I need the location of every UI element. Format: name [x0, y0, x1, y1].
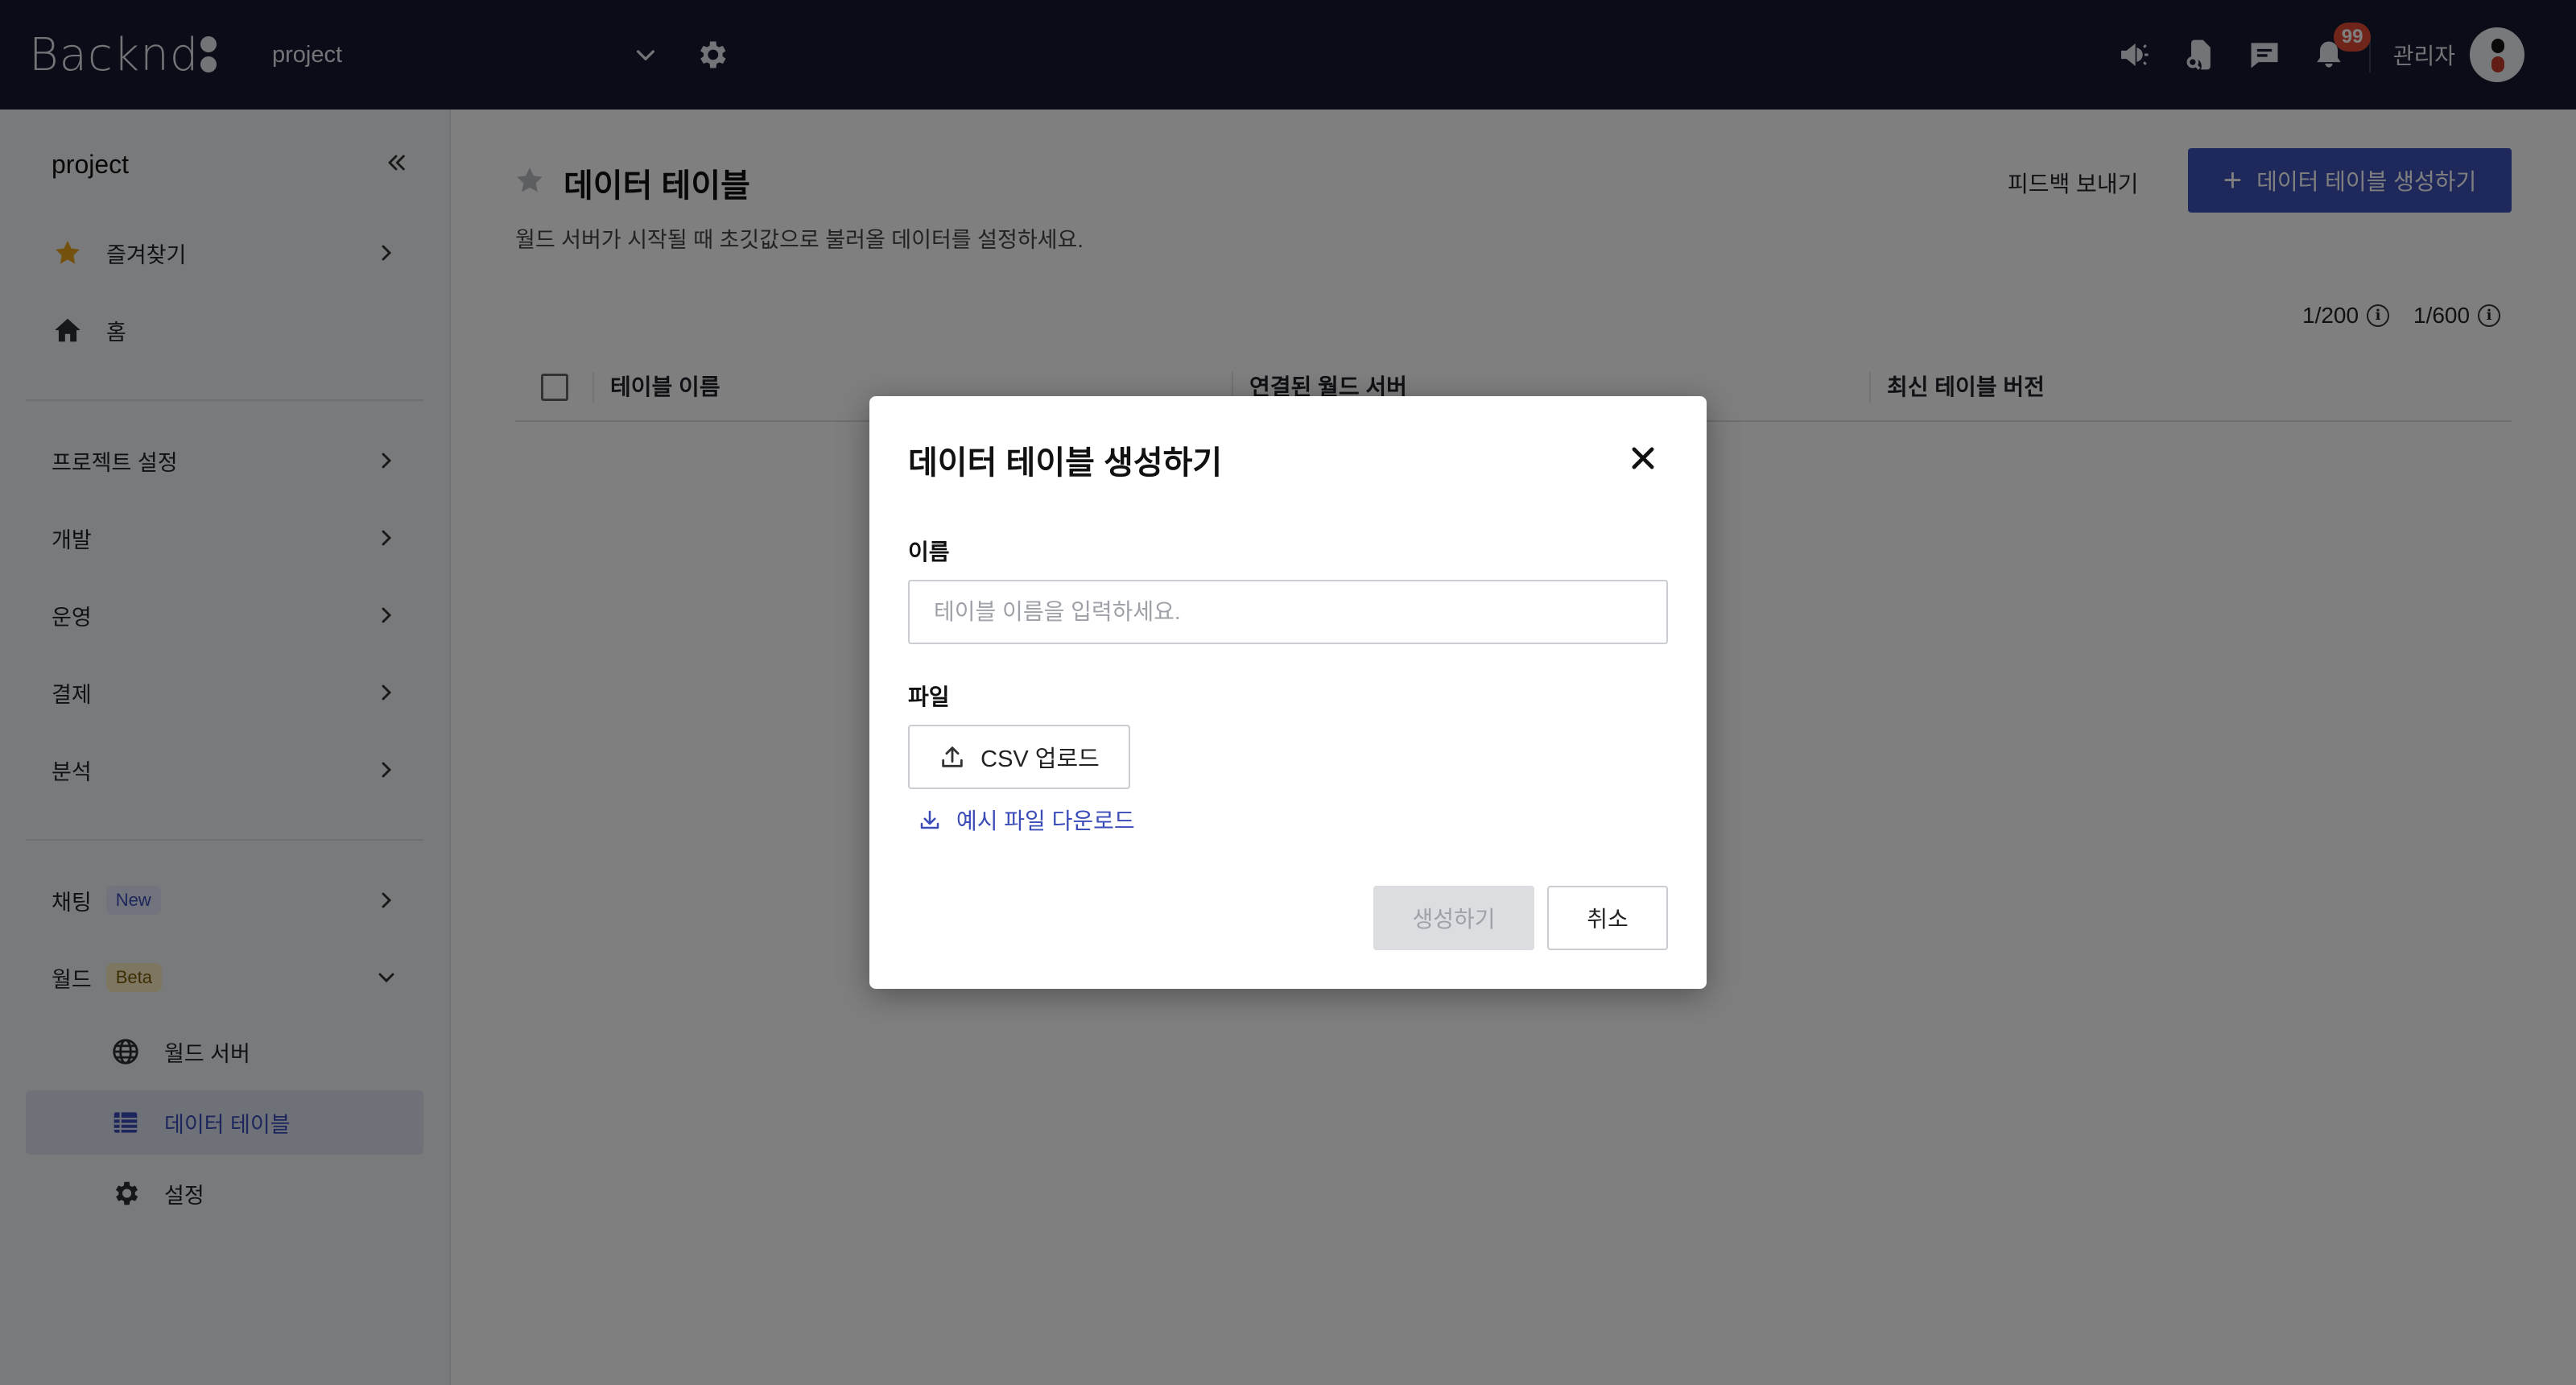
create-submit-button[interactable]: 생성하기	[1373, 886, 1534, 950]
sample-link-label: 예시 파일 다운로드	[956, 808, 1135, 833]
csv-upload-button[interactable]: CSV 업로드	[908, 725, 1130, 789]
name-field-label: 이름	[908, 540, 950, 564]
table-name-input[interactable]	[908, 580, 1668, 644]
cancel-button[interactable]: 취소	[1547, 886, 1668, 950]
close-icon[interactable]	[1628, 443, 1658, 473]
upload-icon	[942, 746, 963, 767]
dialog-title: 데이터 테이블 생성하기	[908, 445, 1223, 481]
sample-file-download-link[interactable]: 예시 파일 다운로드	[918, 804, 1135, 836]
file-field-label: 파일	[908, 684, 950, 709]
create-data-table-dialog: 데이터 테이블 생성하기 이름 파일 CSV 업로드 예시 파일 다운로드 생성…	[869, 396, 1707, 989]
download-icon	[920, 810, 939, 829]
upload-button-label: CSV 업로드	[980, 746, 1100, 772]
